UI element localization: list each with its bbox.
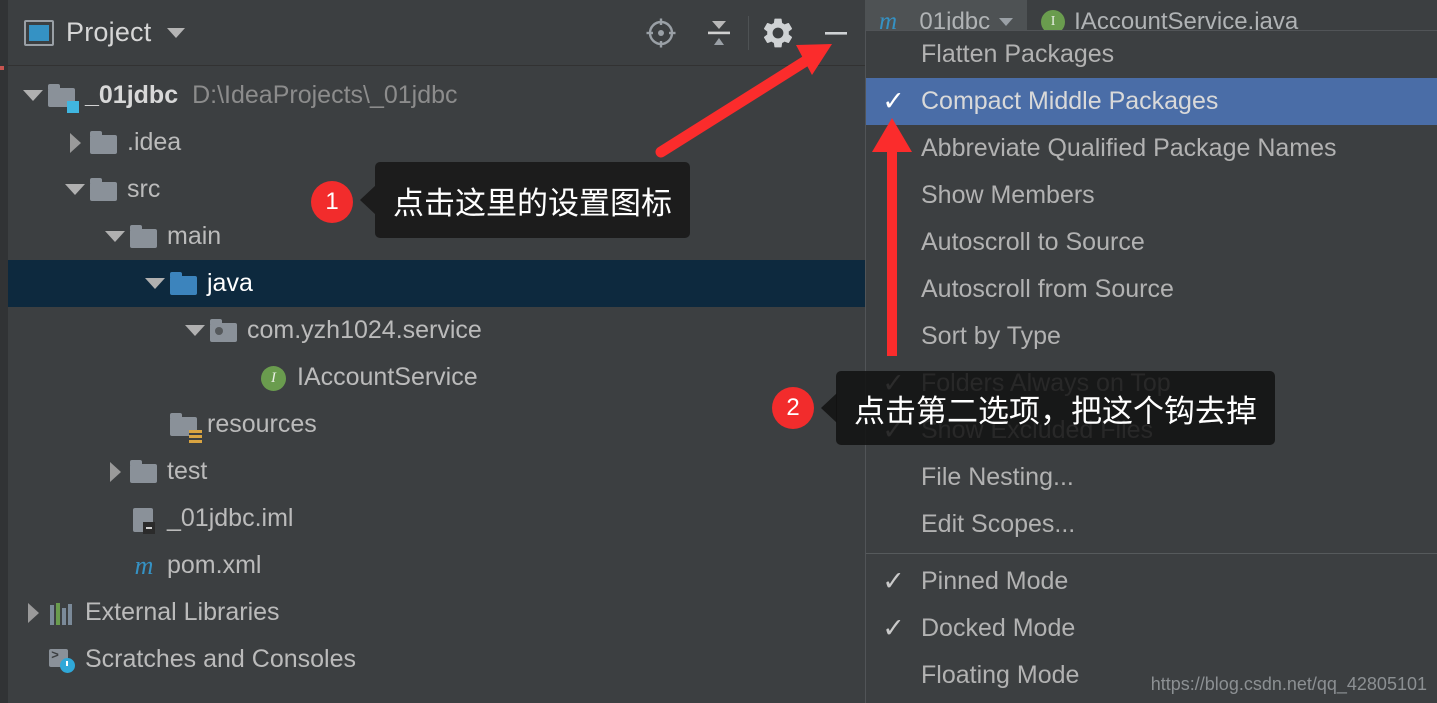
menu-item-label: Autoscroll from Source (921, 275, 1174, 303)
tree-row[interactable]: resources (8, 401, 865, 448)
left-edge-stripe (0, 0, 8, 703)
folder-icon (90, 130, 118, 156)
folder-icon (90, 177, 118, 203)
menu-item-pinned-mode[interactable]: ✓ Pinned Mode (866, 558, 1437, 605)
folder-icon (130, 459, 158, 485)
twisty-expanded-icon[interactable] (100, 231, 130, 242)
tree-item-label: _01jdbc.iml (167, 504, 294, 532)
module-folder-icon (48, 83, 79, 113)
idea-project-tool-window-screenshot: m _01jdbc I IAccountService.java Project (0, 0, 1437, 703)
source-root-folder-icon (170, 271, 198, 297)
project-tool-window: Project _01jdbc D:\IdeaProjects\_01jdbc … (8, 0, 865, 703)
tree-item-label: resources (207, 410, 317, 438)
menu-item-label: Show Members (921, 181, 1095, 209)
menu-item-label: Pinned Mode (921, 567, 1069, 595)
project-file-tree: _01jdbc D:\IdeaProjects\_01jdbc .idea sr… (8, 66, 865, 683)
tree-row[interactable]: .idea (8, 119, 865, 166)
project-title-group[interactable]: Project (8, 17, 186, 48)
folder-icon (130, 224, 158, 250)
menu-item-label: Docked Mode (921, 614, 1076, 642)
project-panel-toolbar (632, 0, 865, 65)
twisty-expanded-icon[interactable] (18, 90, 48, 101)
checkmark-icon: ✓ (882, 566, 905, 596)
twisty-expanded-icon[interactable] (140, 278, 170, 289)
error-marker (0, 66, 4, 70)
tree-item-label: src (127, 175, 161, 203)
tree-item-label: com.yzh1024.service (247, 316, 482, 344)
gear-icon[interactable] (749, 0, 807, 65)
menu-item-label: Sort by Type (921, 322, 1061, 350)
menu-item-label: Compact Middle Packages (921, 87, 1219, 115)
locate-icon[interactable] (632, 0, 690, 65)
menu-item-label: Edit Scopes... (921, 510, 1076, 538)
watermark-url: https://blog.csdn.net/qq_42805101 (1150, 674, 1427, 694)
menu-item-file-nesting[interactable]: File Nesting... (866, 454, 1437, 501)
tree-item-label: IAccountService (297, 363, 478, 391)
tree-row[interactable]: _01jdbc.iml (8, 495, 865, 542)
checkmark-icon: ✓ (882, 86, 905, 116)
interface-icon: I (260, 365, 288, 391)
tree-row[interactable]: m pom.xml (8, 542, 865, 589)
page-title: Project (66, 17, 152, 47)
libraries-icon (48, 600, 76, 626)
tree-item-label: Scratches and Consoles (85, 645, 356, 673)
project-window-icon (24, 19, 54, 46)
annotation-badge-1: 1 (311, 181, 353, 223)
menu-item-label: Flatten Packages (921, 40, 1115, 68)
scratches-icon (48, 647, 76, 673)
view-options-popup-menu: Flatten Packages ✓ Compact Middle Packag… (865, 30, 1437, 703)
annotation-callout-1: 点击这里的设置图标 (375, 162, 690, 238)
tree-item-label: main (167, 222, 222, 250)
tree-item-label: test (167, 457, 208, 485)
menu-item-label: File Nesting... (921, 463, 1074, 491)
menu-item-label: Autoscroll to Source (921, 228, 1145, 256)
chevron-down-icon[interactable] (999, 18, 1014, 26)
package-folder-icon (210, 318, 238, 344)
menu-item-label: Floating Mode (921, 661, 1080, 689)
annotation-badge-2: 2 (772, 387, 814, 429)
menu-item-compact-middle-packages[interactable]: ✓ Compact Middle Packages (866, 78, 1437, 125)
tree-row[interactable]: _01jdbc D:\IdeaProjects\_01jdbc (8, 72, 865, 119)
menu-item-flatten-packages[interactable]: Flatten Packages (866, 31, 1437, 78)
tree-item-label: .idea (127, 128, 182, 156)
menu-item-show-members[interactable]: Show Members (866, 172, 1437, 219)
resources-folder-icon (170, 412, 202, 443)
tree-item-label: java (207, 269, 253, 297)
tree-row[interactable]: com.yzh1024.service (8, 307, 865, 354)
tree-row[interactable]: test (8, 448, 865, 495)
maven-file-icon: m (134, 550, 154, 580)
collapse-all-icon[interactable] (690, 0, 748, 65)
annotation-callout-2: 点击第二选项，把这个钩去掉 (836, 371, 1275, 445)
menu-item-sort-by-type[interactable]: Sort by Type (866, 313, 1437, 360)
tree-row[interactable]: External Libraries (8, 589, 865, 636)
tree-item-label: pom.xml (167, 551, 262, 579)
minimize-icon[interactable] (807, 0, 865, 65)
tree-item-label: _01jdbc (85, 81, 179, 109)
tree-item-label: External Libraries (85, 598, 280, 626)
menu-separator (866, 553, 1437, 554)
twisty-expanded-icon[interactable] (180, 325, 210, 336)
chevron-down-icon[interactable] (167, 27, 186, 38)
tree-row[interactable]: Scratches and Consoles (8, 636, 865, 683)
iml-file-icon (130, 506, 158, 534)
twisty-collapsed-icon[interactable] (60, 132, 90, 153)
tree-item-path: D:\IdeaProjects\_01jdbc (192, 81, 458, 109)
tree-row-java-selected[interactable]: java (8, 260, 865, 307)
menu-item-autoscroll-from-source[interactable]: Autoscroll from Source (866, 266, 1437, 313)
twisty-expanded-icon[interactable] (60, 184, 90, 195)
project-panel-header: Project (8, 0, 865, 66)
twisty-collapsed-icon[interactable] (100, 461, 130, 482)
menu-item-label: Abbreviate Qualified Package Names (921, 134, 1337, 162)
menu-item-abbreviate-qualified-package-names[interactable]: Abbreviate Qualified Package Names (866, 125, 1437, 172)
menu-item-edit-scopes[interactable]: Edit Scopes... (866, 501, 1437, 548)
tree-row[interactable]: I IAccountService (8, 354, 865, 401)
menu-item-docked-mode[interactable]: ✓ Docked Mode (866, 605, 1437, 652)
twisty-collapsed-icon[interactable] (18, 602, 48, 623)
checkmark-icon: ✓ (882, 613, 905, 643)
menu-item-autoscroll-to-source[interactable]: Autoscroll to Source (866, 219, 1437, 266)
